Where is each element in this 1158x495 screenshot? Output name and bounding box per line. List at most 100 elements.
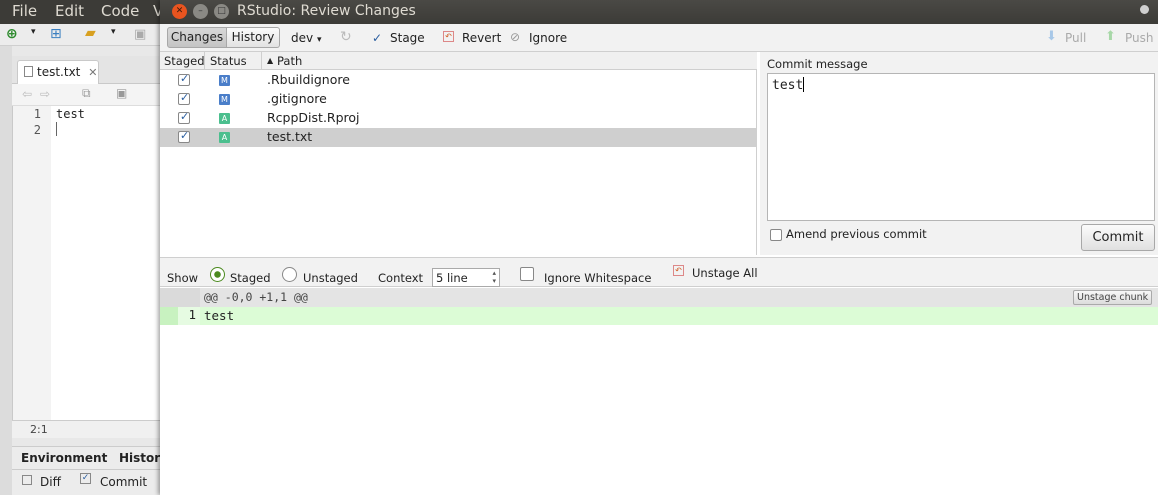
column-staged[interactable]: Staged	[164, 54, 205, 68]
back-arrow-icon[interactable]: ⇦	[22, 87, 32, 101]
diff-button[interactable]: Diff	[40, 475, 61, 489]
commit-message-input[interactable]: test	[767, 73, 1155, 221]
tab-environment[interactable]: Environment	[21, 451, 107, 465]
context-select[interactable]: 5 line ▴ ▾	[432, 268, 500, 287]
dialog-title: RStudio: Review Changes	[237, 3, 416, 19]
amend-checkbox[interactable]	[770, 229, 782, 241]
refresh-icon[interactable]: ↻	[340, 29, 352, 45]
staged-radio[interactable]	[210, 267, 225, 282]
maximize-window-icon[interactable]: □	[214, 4, 229, 19]
staged-checkbox[interactable]	[178, 110, 190, 124]
menu-file[interactable]: File	[12, 2, 37, 20]
column-path[interactable]: Path	[277, 54, 302, 68]
diff-line-added: 1 test	[160, 307, 1158, 325]
status-badge: M	[219, 75, 230, 86]
line-number: 1	[33, 107, 41, 121]
tab-changes[interactable]: Changes	[167, 27, 227, 48]
ignore-button[interactable]: Ignore	[529, 31, 567, 45]
forward-arrow-icon[interactable]: ⇨	[40, 87, 50, 101]
menu-code[interactable]: Code	[101, 2, 139, 20]
hunk-header: @@ -0,0 +1,1 @@	[204, 290, 308, 304]
stage-button[interactable]: Stage	[390, 31, 425, 45]
unstaged-radio-label: Unstaged	[303, 271, 358, 285]
diff-icon	[22, 475, 32, 485]
table-row[interactable]: A RcppDist.Rproj	[160, 109, 757, 128]
show-in-window-icon[interactable]: ⧉	[82, 86, 91, 101]
push-button[interactable]: Push	[1125, 31, 1154, 45]
stepper-icon[interactable]: ▴ ▾	[492, 269, 496, 285]
editor-statusbar: 2:1	[12, 420, 162, 438]
text-cursor	[56, 122, 57, 136]
chevron-down-icon[interactable]: ▾	[31, 27, 36, 37]
divider	[12, 469, 162, 470]
close-icon[interactable]: ✕	[88, 66, 97, 79]
dialog-titlebar[interactable]: ✕ – □ RStudio: Review Changes	[160, 0, 1158, 24]
show-label: Show	[167, 271, 199, 285]
new-project-icon[interactable]: ⊞	[50, 26, 62, 42]
commit-button[interactable]: Commit	[1081, 224, 1155, 251]
close-window-icon[interactable]: ✕	[172, 4, 187, 19]
revert-button[interactable]: Revert	[462, 31, 501, 45]
line-gutter: 1 2	[13, 106, 51, 420]
unstage-all-button[interactable]: Unstage All	[692, 266, 758, 280]
ignore-whitespace-label: Ignore Whitespace	[544, 271, 652, 285]
status-badge: A	[219, 113, 230, 124]
table-row[interactable]: M .Rbuildignore	[160, 71, 757, 90]
open-folder-icon[interactable]: ▰	[85, 25, 96, 41]
hunk-header-row: @@ -0,0 +1,1 @@ Unstage chunk	[160, 288, 1158, 307]
left-edge	[0, 46, 12, 495]
line-number: 2	[33, 123, 41, 137]
menu-edit[interactable]: Edit	[55, 2, 84, 20]
sort-asc-icon: ▲	[267, 56, 274, 65]
dialog-toolbar: Changes History dev ▾ ↻ ✓ Stage ↶ Revert…	[160, 24, 1158, 52]
cursor-position: 2:1	[30, 423, 48, 436]
editor-tab-test-txt[interactable]: test.txt ✕	[17, 60, 99, 84]
tab-history[interactable]: History	[227, 27, 280, 48]
review-changes-dialog: ✕ – □ RStudio: Review Changes Changes Hi…	[160, 0, 1158, 495]
window-menu-icon[interactable]	[1140, 5, 1149, 14]
commit-message-text: test	[772, 78, 804, 93]
staged-checkbox[interactable]	[178, 91, 190, 105]
file-path: .Rbuildignore	[267, 72, 350, 87]
commit-message-label: Commit message	[767, 57, 868, 71]
pull-button[interactable]: Pull	[1065, 31, 1086, 45]
minimize-window-icon[interactable]: –	[193, 4, 208, 19]
new-file-icon[interactable]: ⊕	[6, 26, 18, 42]
context-value: 5 line	[436, 271, 468, 285]
context-label: Context	[378, 271, 424, 285]
main-toolbar: ⊕ ▾ ⊞ ▰ ▾ ▣	[0, 24, 162, 46]
code-line	[56, 122, 156, 138]
commit-panel: Commit message test Amend previous commi…	[760, 52, 1158, 255]
column-status[interactable]: Status	[210, 54, 247, 68]
status-badge: A	[219, 132, 230, 143]
revert-icon: ↶	[443, 31, 454, 42]
divider	[261, 52, 262, 70]
staged-radio-label: Staged	[230, 271, 271, 285]
hunk-gutter	[160, 288, 200, 307]
save-icon[interactable]: ▣	[116, 86, 127, 100]
unstage-chunk-button[interactable]: Unstage chunk	[1073, 290, 1153, 305]
unstaged-radio[interactable]	[282, 267, 297, 282]
table-row[interactable]: M .gitignore	[160, 90, 757, 109]
changed-files-list: Staged Status ▲ Path M .Rbuildignore M .…	[160, 52, 757, 255]
divider	[204, 52, 205, 70]
save-icon[interactable]: ▣	[134, 27, 146, 42]
staged-checkbox[interactable]	[178, 129, 190, 143]
staged-checkbox[interactable]	[178, 72, 190, 86]
branch-selector[interactable]: dev ▾	[291, 31, 321, 45]
commit-button-bg[interactable]: Commit	[100, 475, 147, 489]
diff-line-number: 1	[178, 307, 200, 325]
ignore-whitespace-checkbox[interactable]	[520, 267, 534, 281]
code-area[interactable]: test	[56, 106, 156, 146]
table-row[interactable]: A test.txt	[160, 128, 757, 147]
chevron-down-icon: ▾	[316, 35, 322, 45]
diff-options-bar: Show Staged Unstaged Context 5 line ▴ ▾ I…	[160, 257, 1158, 287]
ignore-icon: ⊘	[510, 30, 521, 44]
environment-pane: Environment History Diff ✓ Commit	[12, 446, 168, 495]
status-badge: M	[219, 94, 230, 105]
amend-label: Amend previous commit	[786, 227, 927, 241]
editor-tab-label: test.txt	[37, 65, 81, 79]
chevron-down-icon[interactable]: ▾	[111, 27, 116, 37]
commit-icon: ✓	[80, 473, 91, 484]
text-cursor	[803, 77, 805, 92]
